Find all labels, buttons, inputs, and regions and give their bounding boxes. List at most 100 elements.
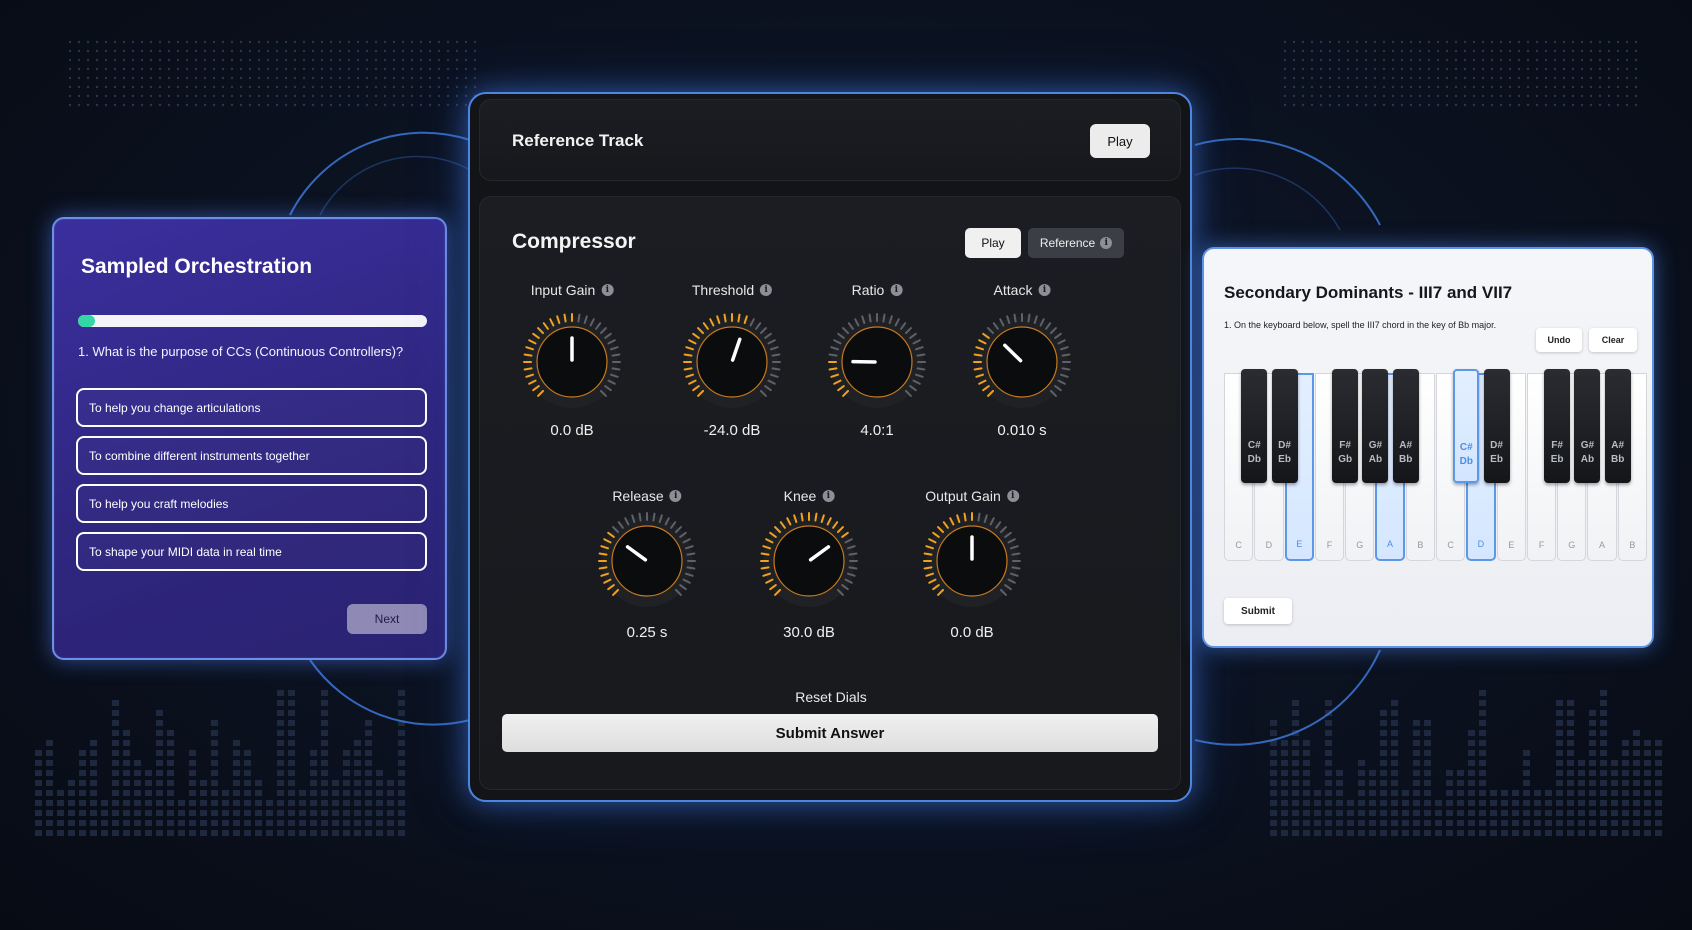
- knob-tick: [638, 512, 642, 522]
- knob-tick: [723, 313, 727, 323]
- white-key-label: E: [1296, 539, 1303, 549]
- knob-dial[interactable]: [967, 307, 1077, 417]
- quiz-progress-bar: [78, 315, 427, 327]
- knob-value: 30.0 dB: [783, 624, 835, 641]
- info-icon[interactable]: i: [1038, 284, 1051, 296]
- knob-tick: [848, 552, 858, 556]
- white-key-label: F: [1326, 540, 1333, 550]
- info-icon[interactable]: i: [822, 490, 835, 502]
- knob-value: 0.25 s: [626, 624, 668, 641]
- white-key-label: A: [1387, 539, 1394, 549]
- knob-dial[interactable]: [592, 506, 702, 616]
- piano-instruction: 1. On the keyboard below, spell the III7…: [1224, 320, 1497, 330]
- piano-title: Secondary Dominants - III7 and VII7: [1224, 283, 1513, 302]
- knob-tick: [916, 367, 926, 371]
- knob-label-text: Input Gain: [530, 282, 596, 298]
- black-key[interactable]: D# Eb: [1483, 369, 1510, 483]
- white-key-label: C: [1447, 540, 1454, 550]
- knob-value: 0.010 s: [997, 422, 1047, 439]
- reference-track-panel: Reference Track Play: [479, 99, 1181, 181]
- knob-body: [773, 525, 845, 597]
- black-key[interactable]: G# Ab: [1362, 369, 1389, 483]
- knob-tick: [760, 552, 770, 556]
- knob-tick: [771, 353, 781, 357]
- black-key[interactable]: A# Bb: [1392, 369, 1419, 483]
- reference-play-button[interactable]: Play: [1090, 124, 1150, 158]
- piano-submit-button[interactable]: Submit: [1224, 598, 1292, 624]
- white-key-label: G: [1356, 540, 1364, 550]
- white-key-label: G: [1568, 540, 1576, 550]
- clear-button[interactable]: Clear: [1589, 328, 1637, 352]
- quiz-option[interactable]: To combine different instruments togethe…: [76, 436, 427, 475]
- knob-body: [696, 326, 768, 398]
- white-key-label: C: [1235, 540, 1242, 550]
- knob-tick: [1027, 313, 1031, 323]
- knob-body: [986, 326, 1058, 398]
- black-key-label: A# Bb: [1399, 440, 1413, 465]
- white-key-label: B: [1417, 540, 1424, 550]
- knob-tick: [686, 552, 696, 556]
- reset-dials-button[interactable]: Reset Dials: [795, 689, 867, 705]
- knob-tick: [563, 313, 567, 323]
- info-icon[interactable]: i: [890, 284, 903, 296]
- black-key-label: G# Ab: [1580, 440, 1595, 465]
- info-icon[interactable]: i: [760, 284, 773, 296]
- quiz-option[interactable]: To help you craft melodies: [76, 484, 427, 523]
- reference-label: Reference: [1039, 236, 1096, 250]
- info-icon: i: [1100, 237, 1113, 249]
- knob-tick: [800, 512, 804, 522]
- undo-button[interactable]: Undo: [1536, 328, 1582, 352]
- knob-tick: [973, 367, 983, 371]
- info-icon[interactable]: i: [601, 284, 614, 296]
- white-key-label: F: [1538, 540, 1545, 550]
- black-key[interactable]: F# Eb: [1544, 369, 1571, 483]
- knob-label: Knee i: [784, 488, 835, 504]
- knob-dial[interactable]: [677, 307, 787, 417]
- quiz-option[interactable]: To shape your MIDI data in real time: [76, 532, 427, 571]
- knob-tick: [1061, 353, 1071, 357]
- knob-tick: [737, 313, 741, 323]
- compressor-reference-button[interactable]: Reference i: [1028, 228, 1124, 258]
- quiz-option[interactable]: To help you change articulations: [76, 388, 427, 427]
- knob-tick: [828, 353, 838, 357]
- knob-tick: [577, 313, 581, 323]
- white-key-label: E: [1508, 540, 1515, 550]
- knob-dial[interactable]: [754, 506, 864, 616]
- knob-label-text: Output Gain: [925, 488, 1001, 504]
- black-key-label: D# Eb: [1278, 440, 1291, 465]
- black-key-label: A# Bb: [1611, 440, 1625, 465]
- compressor-play-button[interactable]: Play: [965, 228, 1021, 258]
- knob-label: Ratio i: [852, 282, 903, 298]
- submit-answer-button[interactable]: Submit Answer: [502, 714, 1158, 752]
- black-key[interactable]: A# Bb: [1604, 369, 1631, 483]
- knob-tick: [1011, 566, 1021, 570]
- black-key-label: F# Eb: [1550, 440, 1564, 465]
- black-key-label: C# Db: [1459, 442, 1473, 467]
- black-key-label: G# Ab: [1368, 440, 1383, 465]
- center-panel: Reference Track Play Compressor Play Ref…: [468, 92, 1192, 802]
- knob-tick: [916, 353, 926, 357]
- knob-dial[interactable]: [822, 307, 932, 417]
- knob-tick: [828, 367, 838, 371]
- black-key[interactable]: G# Ab: [1574, 369, 1601, 483]
- white-key-label: D: [1265, 540, 1273, 550]
- knob-dial[interactable]: [517, 307, 627, 417]
- knob-label-text: Threshold: [691, 282, 755, 298]
- knob-tick: [1011, 552, 1021, 556]
- knob-tick: [686, 566, 696, 570]
- black-key[interactable]: F# Gb: [1332, 369, 1359, 483]
- knob-value: 0.0 dB: [550, 422, 594, 439]
- black-key[interactable]: C# Db: [1241, 369, 1268, 483]
- knob-dial[interactable]: [917, 506, 1027, 616]
- black-key[interactable]: D# Eb: [1271, 369, 1298, 483]
- compressor-panel: Compressor Play Reference i Input Gain i 0…: [479, 196, 1181, 790]
- info-icon[interactable]: i: [669, 490, 682, 502]
- reference-track-title: Reference Track: [512, 131, 644, 150]
- knob-label-text: Attack: [993, 282, 1033, 298]
- knob-label-text: Knee: [783, 488, 817, 504]
- info-icon[interactable]: i: [1006, 490, 1019, 502]
- knob-body: [611, 525, 683, 597]
- black-key[interactable]: C# Db: [1453, 369, 1480, 483]
- knob-tick: [611, 353, 621, 357]
- next-button[interactable]: Next: [347, 604, 427, 634]
